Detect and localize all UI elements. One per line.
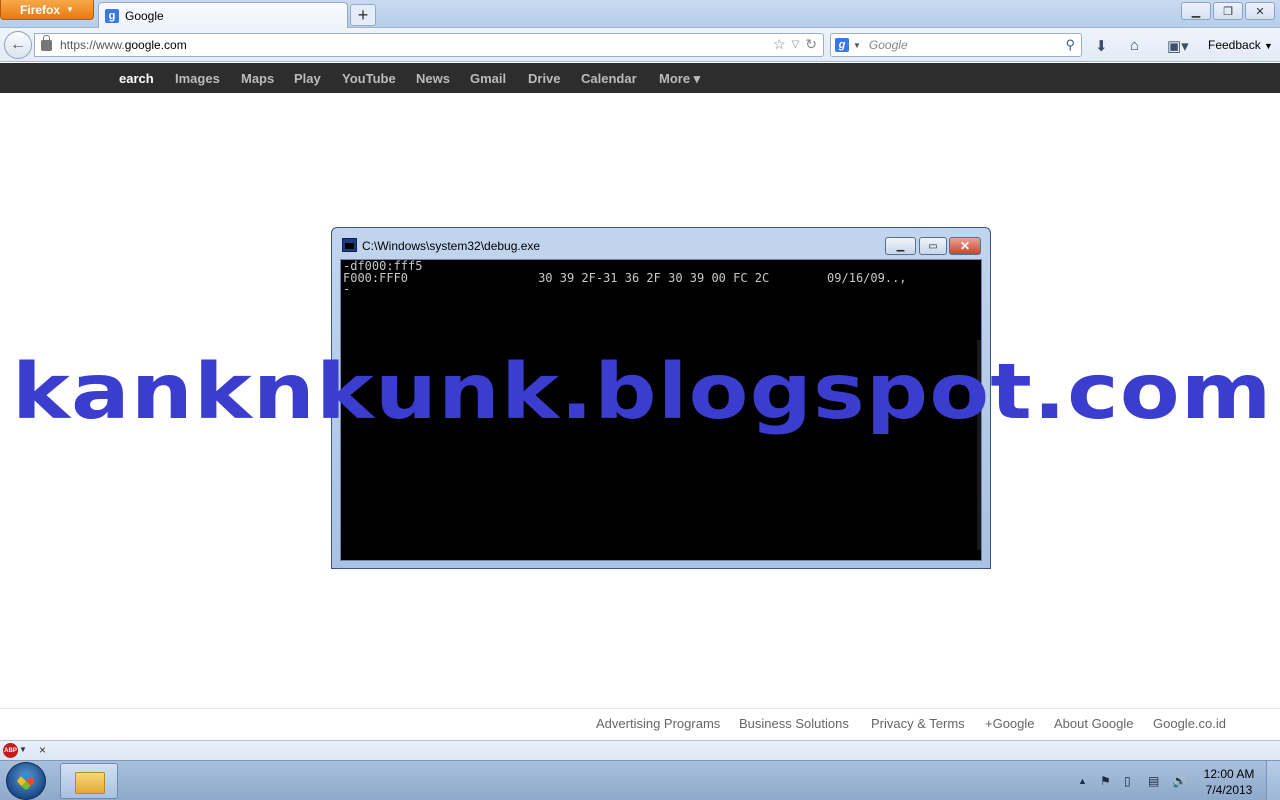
gbar-item-youtube[interactable]: YouTube (342, 71, 396, 86)
search-placeholder: Google (868, 38, 908, 52)
footer-link-about[interactable]: About Google (1054, 716, 1134, 731)
folder-icon (75, 772, 105, 794)
url-host: google.com (124, 38, 187, 52)
show-desktop-button[interactable] (1266, 761, 1280, 800)
bookmarks-icon[interactable]: ▣▾ (1167, 37, 1189, 55)
downloads-icon[interactable]: ⬇ (1095, 37, 1108, 55)
firefox-menu-label: Firefox (20, 2, 61, 17)
back-arrow-icon: ← (10, 36, 26, 53)
close-button[interactable]: ✕ (1245, 2, 1275, 20)
url-bar[interactable]: https://www. google.com ☆ ▽ ↻ (34, 33, 824, 57)
window-controls: ▁ ❐ ✕ (1181, 2, 1275, 20)
network-icon[interactable]: ▤ (1148, 774, 1159, 788)
gbar-item-more[interactable]: More ▾ (659, 71, 700, 87)
adblock-menu-arrow-icon[interactable]: ▼ (19, 745, 27, 754)
gbar-item-gmail[interactable]: Gmail (470, 71, 506, 86)
watermark-text: kanknkunk.blogspot.com (12, 348, 1273, 437)
tab-google[interactable]: g Google (98, 2, 348, 28)
navigation-toolbar: ← https://www. google.com ☆ ▽ ↻ g ▼ Googl… (0, 28, 1280, 62)
restore-button[interactable]: ❐ (1213, 2, 1243, 20)
console-cursor-line: - (343, 282, 351, 296)
gbar-item-play[interactable]: Play (294, 71, 321, 86)
lock-icon (41, 34, 52, 51)
search-icon[interactable]: ⚲ (1065, 37, 1075, 53)
search-engine-icon[interactable]: g (835, 38, 849, 52)
minimize-button[interactable]: ▁ (1181, 2, 1211, 20)
volume-icon[interactable]: 🔊 (1172, 774, 1187, 788)
home-icon[interactable]: ⌂ (1130, 37, 1139, 54)
gbar-item-calendar[interactable]: Calendar (581, 71, 637, 86)
url-bar-icons: ☆ ▽ ↻ (773, 36, 817, 54)
taskbar-explorer-button[interactable] (60, 763, 118, 799)
addon-bar-close-button[interactable]: × (39, 743, 46, 757)
google-footer: Advertising Programs Business Solutions … (0, 708, 1280, 740)
action-center-flag-icon[interactable]: ⚑ (1100, 774, 1111, 788)
windows-logo-icon (16, 771, 36, 791)
gbar-item-drive[interactable]: Drive (528, 71, 561, 86)
console-app-icon[interactable] (342, 238, 357, 252)
firefox-menu-button[interactable]: Firefox ▼ (0, 0, 94, 20)
search-engine-arrow-icon[interactable]: ▼ (853, 41, 861, 50)
feedback-button[interactable]: Feedback ▼ (1208, 38, 1273, 52)
footer-link-business[interactable]: Business Solutions (739, 716, 849, 731)
browser-titlebar: Firefox ▼ g Google + ▁ ❐ ✕ (0, 0, 1280, 28)
bookmark-star-icon[interactable]: ☆ (773, 36, 786, 54)
url-scheme: https://www. (60, 38, 125, 52)
back-button[interactable]: ← (4, 31, 32, 59)
gbar-item-news[interactable]: News (416, 71, 450, 86)
gbar-item-images[interactable]: Images (175, 71, 220, 86)
footer-link-plus-google[interactable]: +Google (985, 716, 1035, 731)
console-close-button[interactable]: ✕ (949, 237, 981, 255)
addon-bar: ABP ▼ × (0, 740, 1280, 760)
new-tab-button[interactable]: + (350, 4, 376, 26)
gbar-item-maps[interactable]: Maps (241, 71, 274, 86)
start-button[interactable] (6, 762, 46, 800)
power-icon[interactable]: ▯ (1124, 774, 1131, 788)
footer-link-google-co-id[interactable]: Google.co.id (1153, 716, 1226, 731)
search-bar[interactable]: g ▼ Google ⚲ (830, 33, 1082, 57)
reload-icon[interactable]: ↻ (805, 36, 817, 54)
feedback-label: Feedback (1208, 38, 1261, 52)
console-line: F000:FFF0 30 39 2F-31 36 2F 30 39 00 FC … (343, 271, 907, 285)
feedback-arrow-icon: ▼ (1264, 41, 1273, 51)
google-favicon-icon: g (105, 8, 119, 23)
console-title: C:\Windows\system32\debug.exe (362, 239, 541, 253)
windows-taskbar: ▲ ⚑ ▯ ▤ 🔊 12:00 AM 7/4/2013 (0, 760, 1280, 800)
console-maximize-button[interactable]: ▭ (919, 237, 947, 255)
dropdown-arrow-icon[interactable]: ▽ (792, 36, 800, 54)
footer-link-privacy[interactable]: Privacy & Terms (871, 716, 965, 731)
system-clock[interactable]: 12:00 AM 7/4/2013 (1196, 766, 1262, 798)
gbar-item-search[interactable]: earch (119, 71, 154, 86)
clock-date: 7/4/2013 (1205, 783, 1253, 797)
clock-time: 12:00 AM (1203, 767, 1255, 781)
chevron-down-icon: ▼ (66, 5, 74, 14)
adblock-plus-icon[interactable]: ABP (3, 743, 18, 758)
tray-expand-icon[interactable]: ▲ (1078, 776, 1087, 786)
footer-link-advertising[interactable]: Advertising Programs (596, 716, 720, 731)
console-minimize-button[interactable]: ▁ (885, 237, 916, 255)
google-bar: earch Images Maps Play YouTube News Gmai… (0, 63, 1280, 93)
tab-title: Google (125, 8, 164, 23)
